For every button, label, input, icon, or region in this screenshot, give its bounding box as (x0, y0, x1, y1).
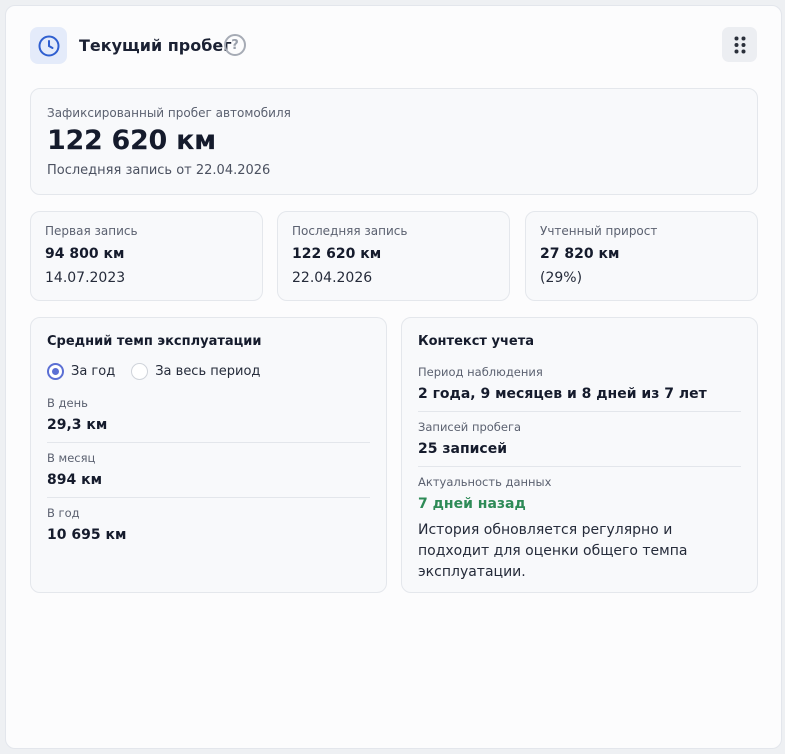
radio-whole-period[interactable]: За весь период (131, 362, 261, 380)
metric-per-year: В год 10 695 км (47, 497, 370, 552)
tempo-title: Средний темп эксплуатации (47, 334, 262, 349)
radio-per-year[interactable]: За год (47, 362, 116, 380)
metric-value: 10 695 км (47, 527, 127, 543)
accounting-context-panel: Контекст учета Период наблюдения 2 года,… (401, 317, 758, 593)
ctx-label: Период наблюдения (418, 365, 543, 379)
widget-title: Текущий пробег (79, 36, 232, 55)
metric-label: В год (47, 506, 80, 520)
stat-label: Последняя запись (292, 224, 408, 238)
radio-label: За год (71, 363, 116, 379)
freshness-note: История обновляется регулярно и подходит… (418, 522, 688, 580)
average-tempo-panel: Средний темп эксплуатации За год За весь… (30, 317, 387, 593)
stat-value: 94 800 км (45, 246, 125, 262)
observation-period: Период наблюдения 2 года, 9 месяцев и 8 … (418, 357, 741, 411)
help-icon[interactable]: ? (224, 34, 246, 56)
stat-sub: 22.04.2026 (292, 270, 373, 286)
grip-dots-icon (734, 36, 745, 53)
first-record-card: Первая запись 94 800 км 14.07.2023 (30, 211, 263, 301)
freshness-value: 7 дней назад (418, 496, 526, 512)
metric-per-month: В месяц 894 км (47, 442, 370, 497)
widget-header: Текущий пробег ? (30, 27, 757, 65)
last-record-card: Последняя запись 122 620 км 22.04.2026 (277, 211, 510, 301)
last-record-date: Последняя запись от 22.04.2026 (47, 163, 271, 178)
context-title: Контекст учета (418, 334, 535, 349)
mileage-widget: Текущий пробег ? Зафиксированный пробег … (5, 5, 782, 749)
radio-unselected-icon[interactable] (131, 362, 149, 380)
stat-value: 27 820 км (540, 246, 620, 262)
stat-sub: 14.07.2023 (45, 270, 126, 286)
drag-menu-button[interactable] (722, 27, 757, 62)
current-mileage-label: Зафиксированный пробег автомобиля (47, 106, 291, 120)
ctx-value: 2 года, 9 месяцев и 8 дней из 7 лет (418, 386, 707, 402)
growth-card: Учтенный прирост 27 820 км (29%) (525, 211, 758, 301)
current-mileage-panel: Зафиксированный пробег автомобиля 122 62… (30, 88, 758, 195)
metric-label: В месяц (47, 451, 96, 465)
ctx-value: 25 записей (418, 441, 508, 457)
ctx-label: Актуальность данных (418, 475, 552, 489)
period-radio-group: За год За весь период (47, 362, 370, 380)
data-freshness: Актуальность данных 7 дней назад История… (418, 466, 741, 592)
ctx-label: Записей пробега (418, 420, 522, 434)
clock-icon (30, 27, 67, 64)
metric-value: 29,3 км (47, 417, 108, 433)
stat-label: Учтенный прирост (540, 224, 658, 238)
stat-sub: (29%) (540, 270, 583, 286)
stat-label: Первая запись (45, 224, 138, 238)
radio-label: За весь период (155, 363, 261, 379)
records-count: Записей пробега 25 записей (418, 411, 741, 466)
current-mileage-value: 122 620 км (47, 125, 216, 156)
metric-per-day: В день 29,3 км (47, 388, 370, 442)
stat-value: 122 620 км (292, 246, 382, 262)
metric-label: В день (47, 396, 88, 410)
metric-value: 894 км (47, 472, 103, 488)
radio-selected-icon[interactable] (47, 362, 64, 380)
